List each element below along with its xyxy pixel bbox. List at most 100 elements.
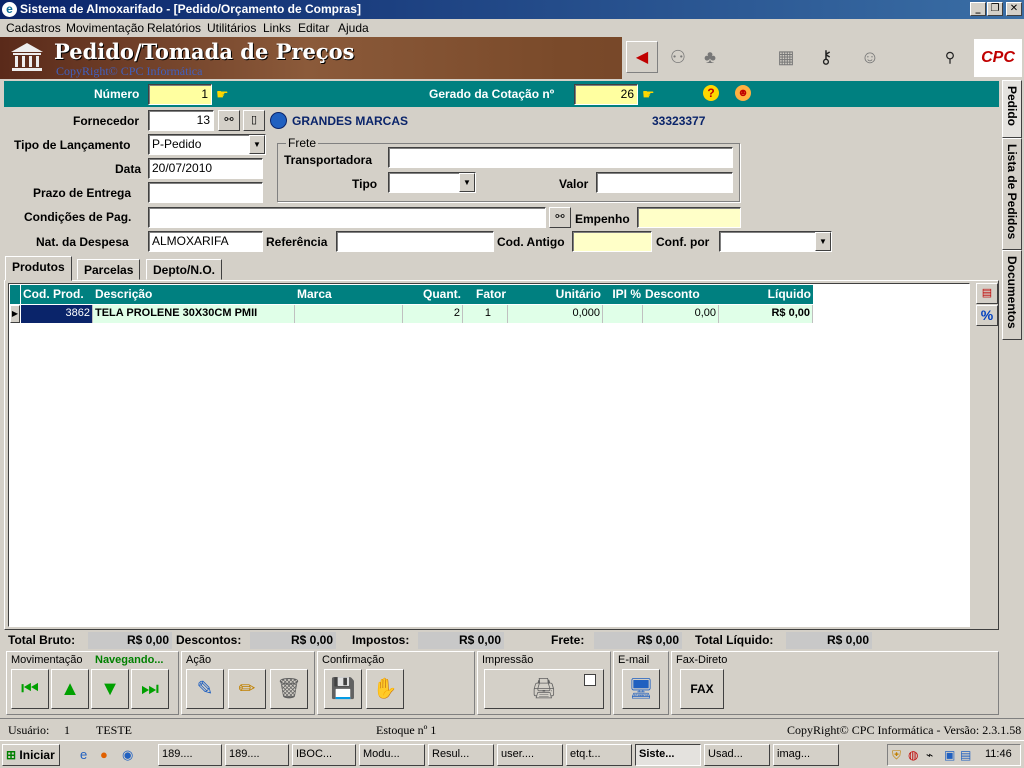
edit-pencil-icon[interactable]: ✏ (228, 669, 266, 709)
zoom-icon[interactable]: ⚲ (934, 41, 966, 73)
previous-record-icon[interactable]: ▲ (51, 669, 89, 709)
binoculars-icon[interactable]: ⚯ (218, 110, 240, 131)
col-header-cod[interactable]: Cod. Prod. (21, 285, 93, 304)
table-row-cod[interactable]: 3862 (21, 305, 93, 323)
binoculars-icon[interactable]: ⚯ (549, 207, 571, 228)
table-row-desconto[interactable]: 0,00 (643, 305, 719, 323)
person-icon[interactable]: ☻ (735, 85, 751, 101)
table-row-ipi[interactable] (603, 305, 643, 323)
side-tab-pedido[interactable]: Pedido (1002, 80, 1022, 138)
task-item[interactable]: 189.... (158, 744, 222, 766)
table-row-fator[interactable]: 1 (463, 305, 508, 323)
tab-depto[interactable]: Depto/N.O. (146, 259, 222, 280)
chevron-down-icon[interactable]: ▼ (459, 173, 475, 192)
cancel-hand-icon[interactable]: ✋ (366, 669, 404, 709)
tab-parcelas[interactable]: Parcelas (77, 259, 141, 280)
menu-relatorios[interactable]: Relatórios (147, 21, 201, 35)
shield-icon[interactable]: ⛨ (892, 748, 901, 763)
face-icon[interactable]: ☺ (854, 41, 886, 73)
task-item[interactable]: 189.... (225, 744, 289, 766)
monitor-icon[interactable]: ▣ (944, 748, 955, 762)
table-row-liquido[interactable]: R$ 0,00 (719, 305, 813, 323)
back-arrow-icon[interactable]: ◀ (626, 41, 658, 73)
side-tab-documentos[interactable]: Documentos (1002, 250, 1022, 340)
quicklaunch-icon[interactable]: ◉ (122, 747, 133, 763)
menu-movimentacao[interactable]: Movimentação (66, 21, 144, 35)
chevron-down-icon[interactable]: ▼ (249, 135, 265, 154)
frete-tipo-select[interactable]: ▼ (388, 172, 476, 193)
network-icon[interactable]: ◍ (908, 748, 918, 762)
keys-icon[interactable]: ⚷ (810, 41, 842, 73)
col-header-quant[interactable]: Quant. (403, 285, 463, 304)
cod-antigo-field[interactable] (572, 231, 652, 252)
first-record-icon[interactable]: ⏮ (11, 669, 49, 709)
nat-despesa-field[interactable]: ALMOXARIFA (148, 231, 263, 252)
close-button[interactable]: ✕ (1006, 2, 1022, 16)
restore-button[interactable]: ❐ (987, 2, 1003, 16)
prazo-field[interactable] (148, 182, 263, 203)
task-item[interactable]: user.... (497, 744, 563, 766)
new-record-icon[interactable]: ✎ (186, 669, 224, 709)
task-item[interactable]: Resul... (428, 744, 494, 766)
print-report-icon[interactable]: ▤ (976, 283, 998, 304)
menu-editar[interactable]: Editar (298, 21, 329, 35)
col-header-descricao[interactable]: Descrição (93, 285, 295, 304)
task-item[interactable]: IBOC... (292, 744, 356, 766)
tab-produtos[interactable]: Produtos (5, 256, 72, 281)
delete-trash-icon[interactable]: 🗑 (270, 669, 308, 709)
menu-links[interactable]: Links (263, 21, 291, 35)
col-header-ipi[interactable]: IPI % (603, 285, 643, 304)
menu-utilitarios[interactable]: Utilitários (207, 21, 256, 35)
tree-icon[interactable]: ♣ (694, 41, 726, 73)
task-item[interactable]: etq.t... (566, 744, 632, 766)
col-header-fator[interactable]: Fator (463, 285, 508, 304)
col-header-desconto[interactable]: Desconto (643, 285, 719, 304)
task-item[interactable]: Modu... (359, 744, 425, 766)
save-disk-icon[interactable]: 💾 (324, 669, 362, 709)
usb-icon[interactable]: ⌁ (926, 748, 933, 762)
table-row-marca[interactable] (295, 305, 403, 323)
minimize-button[interactable]: _ (970, 2, 986, 16)
pointer-hand-icon[interactable]: ☛ (642, 86, 655, 103)
globe-icon[interactable] (270, 112, 287, 129)
document-icon[interactable]: ▯ (243, 110, 265, 131)
map-icon[interactable]: ▦ (770, 41, 802, 73)
email-computer-icon[interactable]: 🖥 (622, 669, 660, 709)
chevron-down-icon[interactable]: ▼ (815, 232, 831, 251)
menu-cadastros[interactable]: Cadastros (6, 21, 61, 35)
products-grid[interactable]: Cod. Prod. Descrição Marca Quant. Fator … (8, 283, 970, 627)
table-row-quant[interactable]: 2 (403, 305, 463, 323)
side-tab-lista-pedidos[interactable]: Lista de Pedidos (1002, 138, 1022, 250)
col-header-marca[interactable]: Marca (295, 285, 403, 304)
col-header-unitario[interactable]: Unitário (508, 285, 603, 304)
condicoes-field[interactable] (148, 207, 546, 228)
users-icon[interactable]: ⚇ (662, 41, 694, 73)
col-header-liquido[interactable]: Líquido (719, 285, 813, 304)
print-checkbox[interactable] (584, 674, 596, 686)
next-record-icon[interactable]: ▼ (91, 669, 129, 709)
help-icon[interactable]: ? (703, 85, 719, 101)
gerado-field[interactable]: 26 (574, 84, 638, 105)
referencia-field[interactable] (336, 231, 494, 252)
frete-valor-field[interactable] (596, 172, 733, 193)
last-record-icon[interactable]: ⏭ (131, 669, 169, 709)
fax-button[interactable]: FAX (680, 669, 724, 709)
task-item-active[interactable]: Siste... (635, 744, 701, 766)
empenho-field[interactable] (637, 207, 741, 228)
numero-field[interactable]: 1 (148, 84, 212, 105)
table-row-descricao[interactable]: TELA PROLENE 30X30CM PMII (93, 305, 295, 323)
task-item[interactable]: Usad... (704, 744, 770, 766)
task-item[interactable]: imag... (773, 744, 839, 766)
pointer-hand-icon[interactable]: ☛ (216, 86, 229, 103)
display-icon[interactable]: ▤ (960, 748, 971, 762)
data-field[interactable]: 20/07/2010 (148, 158, 263, 179)
start-button[interactable]: ⊞ Iniciar (2, 744, 60, 766)
conf-por-select[interactable]: ▼ (719, 231, 832, 252)
menu-ajuda[interactable]: Ajuda (338, 21, 369, 35)
transportadora-field[interactable] (388, 147, 733, 168)
firefox-icon[interactable]: ● (100, 747, 108, 762)
fornecedor-code-field[interactable]: 13 (148, 110, 214, 131)
table-row-unitario[interactable]: 0,000 (508, 305, 603, 323)
tipo-lancamento-select[interactable]: P-Pedido ▼ (148, 134, 266, 155)
ie-icon[interactable]: e (80, 747, 87, 762)
